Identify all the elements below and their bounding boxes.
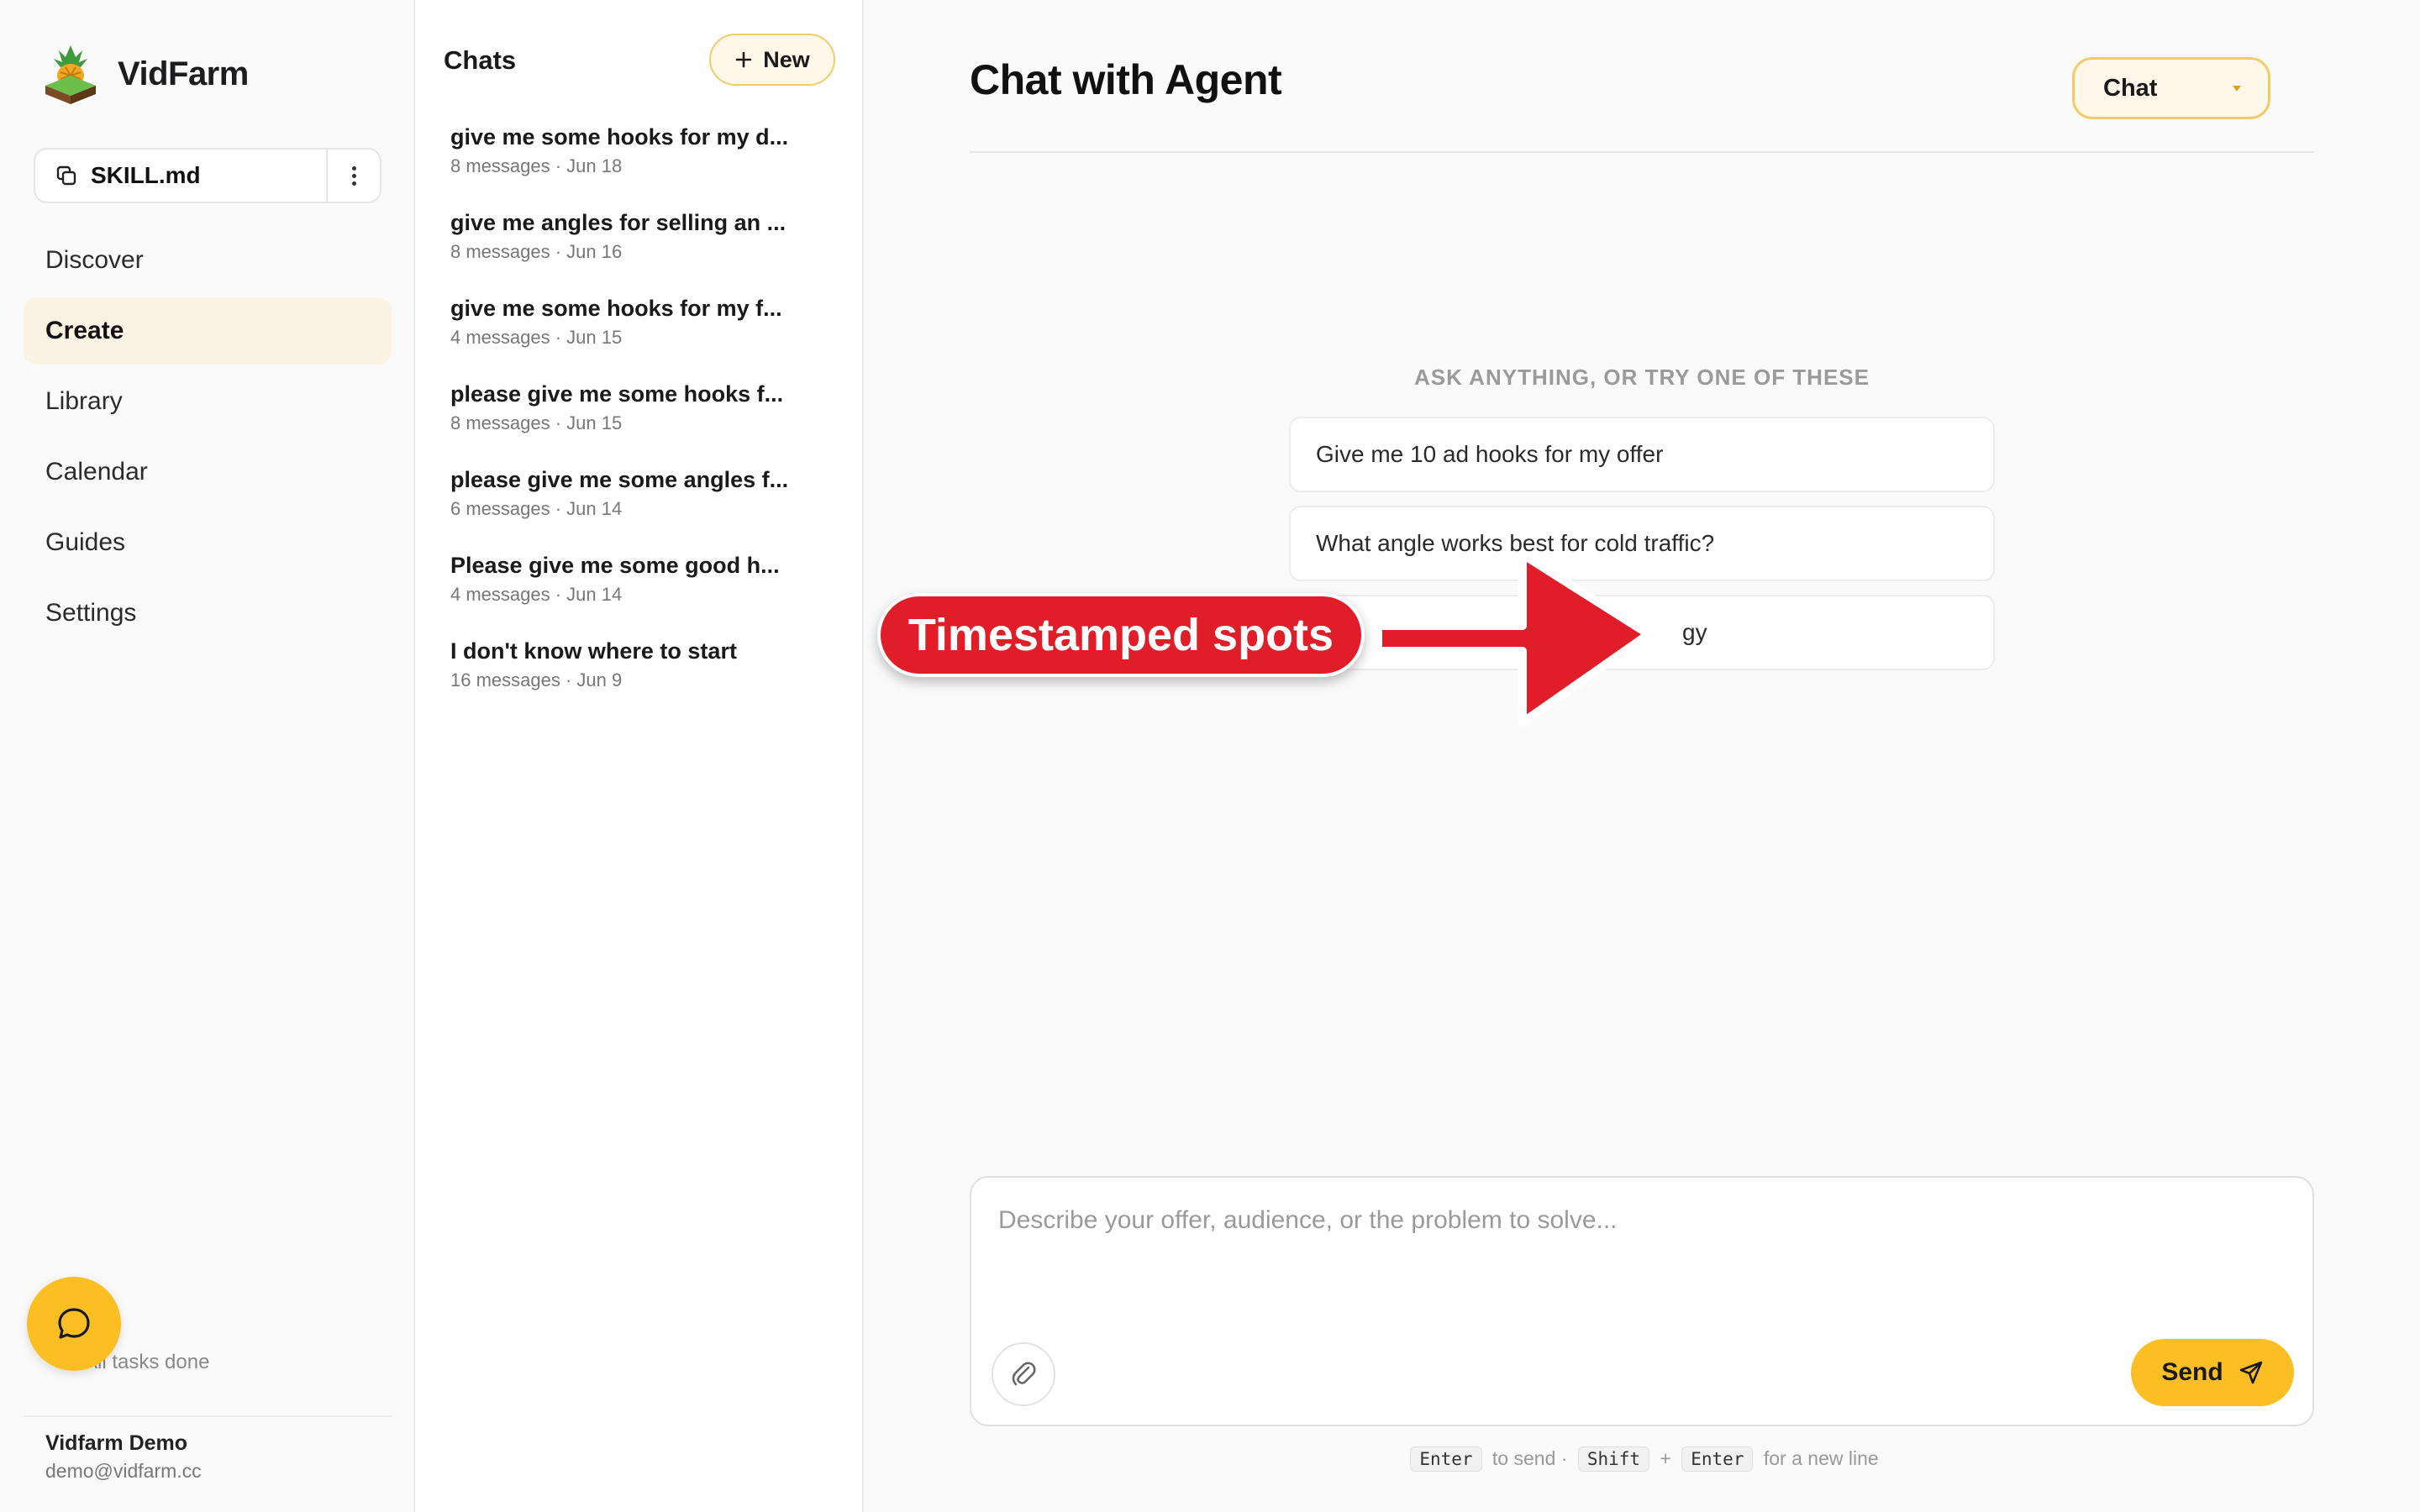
kbd-key: Shift [1577, 1446, 1650, 1472]
chat-title: please give me some hooks f... [450, 381, 784, 407]
sidebar-item-guides[interactable]: Guides [24, 509, 392, 576]
chat-bubble-icon [58, 1308, 90, 1339]
chat-title: I don't know where to start [450, 638, 737, 664]
attach-button[interactable] [992, 1342, 1055, 1406]
user-name[interactable]: Vidfarm Demo [45, 1431, 187, 1456]
annotation-arrow-icon [1374, 550, 1653, 727]
pineapple-logo-icon [45, 45, 96, 104]
annotation-callout: Timestamped spots [877, 593, 1365, 677]
chat-meta: 8 messages · Jun 15 [450, 412, 623, 433]
sidebar: VidFarm SKILL.md Discover Create Library… [0, 0, 415, 1512]
user-email: demo@vidfarm.cc [45, 1460, 202, 1482]
divider [24, 1415, 392, 1417]
copy-icon [56, 165, 76, 186]
list-item[interactable]: give me angles for selling an ... 8 mess… [450, 210, 837, 296]
list-item[interactable]: please give me some hooks f... 8 message… [450, 381, 837, 467]
page-title: Chat with Agent [970, 56, 1282, 103]
hint-text: to send · [1491, 1447, 1568, 1469]
chat-meta: 8 messages · Jun 16 [450, 241, 623, 262]
send-button[interactable]: Send [2131, 1339, 2294, 1406]
list-item[interactable]: please give me some angles f... 6 messag… [450, 467, 837, 553]
new-chat-label: New [763, 46, 810, 72]
skill-file-button[interactable]: SKILL.md [35, 150, 326, 202]
chat-title: Please give me some good h... [450, 553, 780, 578]
chat-title: please give me some angles f... [450, 467, 789, 492]
brand[interactable]: VidFarm [42, 42, 249, 106]
list-item[interactable]: I don't know where to start 16 messages … [450, 638, 837, 724]
new-chat-button[interactable]: New [709, 34, 835, 86]
kbd-key: Enter [1410, 1446, 1482, 1472]
chat-meta: 4 messages · Jun 15 [450, 327, 623, 348]
chat-title: give me angles for selling an ... [450, 210, 786, 235]
sidebar-item-discover[interactable]: Discover [24, 227, 392, 294]
mode-select-value: Chat [2103, 74, 2158, 102]
brand-name: VidFarm [118, 55, 249, 92]
send-icon [2239, 1361, 2262, 1384]
chat-list: give me some hooks for my d... 8 message… [450, 124, 837, 724]
message-input[interactable] [998, 1206, 2275, 1235]
list-item[interactable]: Please give me some good h... 4 messages… [450, 553, 837, 638]
kbd-key: Enter [1681, 1446, 1754, 1472]
sidebar-item-library[interactable]: Library [24, 368, 392, 435]
suggestions-heading: ASK ANYTHING, OR TRY ONE OF THESE [1414, 365, 1870, 390]
paperclip-icon [1012, 1362, 1036, 1386]
main-panel: Chat with Agent Chat ASK ANYTHING, OR TR… [864, 0, 2420, 1512]
plus-icon [735, 51, 752, 68]
sidebar-item-settings[interactable]: Settings [24, 580, 392, 647]
chats-title: Chats [444, 45, 517, 75]
chat-title: give me some hooks for my d... [450, 124, 789, 150]
chat-meta: 6 messages · Jun 14 [450, 498, 623, 519]
skill-file-box: SKILL.md [34, 148, 381, 203]
composer: Send [970, 1176, 2314, 1426]
suggestion-chip[interactable]: Give me 10 ad hooks for my offer [1289, 417, 1995, 492]
chat-meta: 4 messages · Jun 14 [450, 584, 623, 605]
sidebar-item-create[interactable]: Create [24, 297, 392, 365]
chats-panel: Chats New give me some hooks for my d...… [415, 0, 864, 1512]
hint-text: for a new line [1763, 1447, 1879, 1469]
chat-title: give me some hooks for my f... [450, 296, 782, 321]
sidebar-item-calendar[interactable]: Calendar [24, 438, 392, 506]
suggestion-chip-text: gy [1682, 619, 1707, 645]
mode-select[interactable]: Chat [2072, 57, 2270, 119]
list-item[interactable]: give me some hooks for my d... 8 message… [450, 124, 837, 210]
sidebar-nav: Discover Create Library Calendar Guides … [24, 227, 392, 650]
chat-support-button[interactable] [27, 1277, 121, 1371]
chat-meta: 8 messages · Jun 18 [450, 155, 623, 176]
send-label: Send [2161, 1358, 2223, 1386]
divider [970, 151, 2314, 153]
chevron-down-icon [2233, 85, 2241, 92]
chat-meta: 16 messages · Jun 9 [450, 669, 623, 690]
skill-file-label: SKILL.md [91, 162, 201, 188]
more-vertical-icon[interactable] [326, 150, 380, 202]
keyboard-hint: Enter to send · Shift + Enter for a new … [864, 1446, 2420, 1472]
hint-text: + [1660, 1447, 1671, 1469]
list-item[interactable]: give me some hooks for my f... 4 message… [450, 296, 837, 381]
